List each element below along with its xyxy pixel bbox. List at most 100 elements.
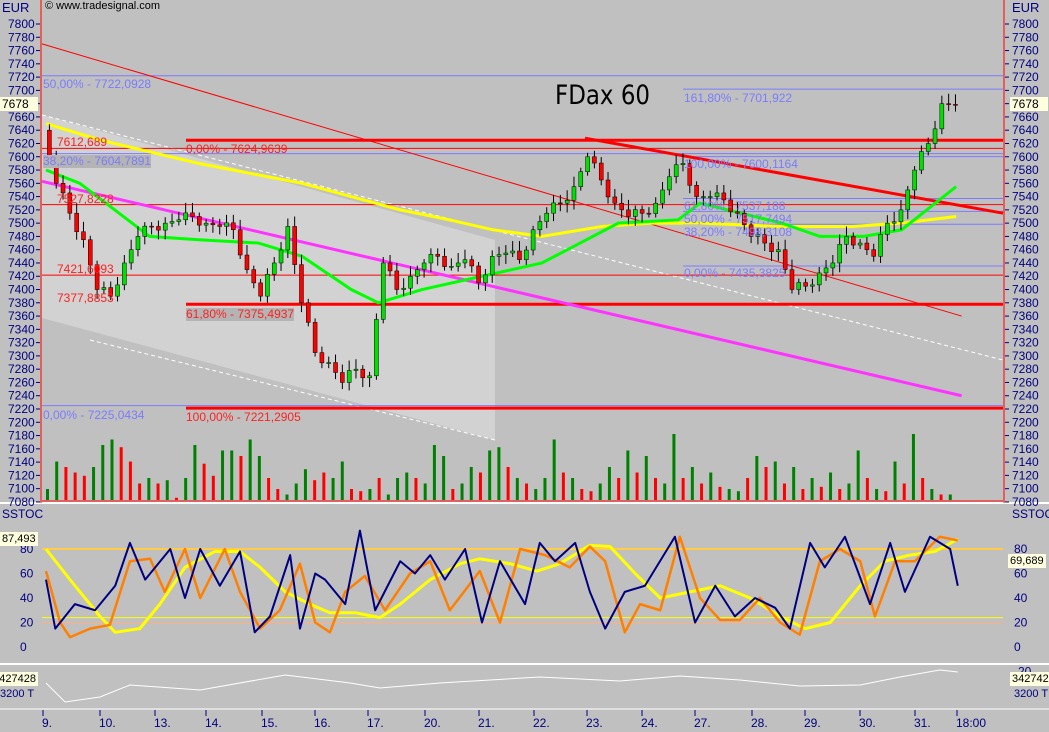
bottom-indicator-line <box>45 669 958 703</box>
axes: 7800 78007780 77807760 77607740 77407720 7720… <box>8 17 1039 730</box>
price-tick-label: 7280 <box>1012 362 1039 376</box>
x-tick-label: 28. <box>751 716 768 730</box>
x-tick-label: 10. <box>99 716 116 730</box>
chart-canvas[interactable]: 7800 78007780 77807760 77607740 77407720 7720… <box>0 0 1049 732</box>
x-tick-label: 31. <box>914 716 931 730</box>
volume-bar <box>350 489 353 500</box>
candle-body <box>176 219 182 222</box>
candle-body <box>953 104 958 106</box>
bottom-value-right: 3427428 <box>1010 672 1049 686</box>
volume-bar <box>571 478 575 500</box>
candle-body <box>122 262 127 286</box>
volume-bar <box>506 467 510 500</box>
candle-body <box>571 186 577 201</box>
candle-body <box>769 242 774 252</box>
volume-bar <box>322 472 326 500</box>
price-tick-label: 7480 <box>1012 229 1039 243</box>
volume-bar <box>580 489 584 500</box>
price-tick-label: 7720 <box>8 70 35 84</box>
candle-body <box>231 222 236 231</box>
price-tick-label: 7380 <box>8 296 35 310</box>
price-tick-label: 7240 <box>8 389 35 403</box>
candle-body <box>428 254 434 264</box>
stoch-tick-label: 0 <box>1014 640 1021 654</box>
candle-body <box>673 164 679 177</box>
price-tick-label: 7540 <box>8 190 35 204</box>
candle-body <box>701 196 706 198</box>
volume-bar <box>911 434 915 500</box>
price-tick-label: 7780 <box>8 30 35 44</box>
stoch-tick-label: 40 <box>20 591 34 605</box>
price-tick-label: 7540 <box>1012 190 1039 204</box>
volume-bar <box>810 478 814 500</box>
candle-body <box>667 176 672 191</box>
price-tick-label: 7800 <box>1012 17 1039 31</box>
candle-body <box>340 372 345 383</box>
candle-body <box>387 262 393 272</box>
volume-bar <box>303 469 307 500</box>
bottom-tick-left: 3200 T <box>0 688 35 700</box>
candle-body <box>483 274 488 284</box>
volume-bar <box>414 478 418 500</box>
volume-bar <box>865 478 869 500</box>
volume-bar <box>718 486 722 500</box>
candle-body <box>871 249 876 257</box>
price-tick-label: 7420 <box>1012 269 1039 283</box>
price-tick-label: 7800 <box>8 17 35 31</box>
volume-bar <box>829 472 833 500</box>
price-tick-label: 7600 <box>1012 150 1039 164</box>
volume-bar <box>626 450 630 500</box>
volume-bar <box>119 447 123 500</box>
stoch-tick-label: 60 <box>1014 567 1028 581</box>
volume-bar <box>469 467 473 500</box>
price-tick-label: 7360 <box>8 309 35 323</box>
volume-bar <box>764 467 768 500</box>
price-tick-label: 7580 <box>8 163 35 177</box>
volume-bar <box>644 456 648 500</box>
x-tick-label: 17. <box>367 716 384 730</box>
price-tick-label: 7700 <box>8 83 35 97</box>
candle-body <box>776 249 781 252</box>
x-tick-label: 13. <box>154 716 171 730</box>
level-label: 7421,6093 <box>57 262 114 276</box>
candle-body <box>544 212 549 222</box>
price-tick-label: 7720 <box>1012 70 1039 84</box>
volume-bar <box>681 478 685 500</box>
price-tick-label: 7460 <box>8 243 35 257</box>
price-tick-label: 7200 <box>1012 415 1039 429</box>
volume-bar <box>690 467 694 500</box>
volume-bar <box>230 450 234 500</box>
price-tick-label: 7180 <box>8 429 35 443</box>
price-tick-label: 7100 <box>1012 482 1039 496</box>
candle-body <box>517 250 522 260</box>
chart-window: 7800 7800 7780 7780 7760 7760 7740 7740 7720 7720… <box>0 0 1049 732</box>
candle-body <box>598 162 604 181</box>
candle-body <box>190 212 195 217</box>
candle-body <box>197 216 202 226</box>
price-tick-label: 7220 <box>8 402 35 416</box>
stoch-tick-label: 20 <box>1014 616 1028 630</box>
volume-bar <box>663 483 667 500</box>
price-tick-label: 7480 <box>8 229 35 243</box>
volume-bar <box>101 445 105 500</box>
candle-body <box>135 236 141 250</box>
price-tick-label: 7100 <box>8 482 35 496</box>
candle-body <box>333 362 338 373</box>
volume-bar <box>267 478 271 500</box>
volume-bar <box>921 478 925 500</box>
candle-body <box>714 192 720 197</box>
candle-body <box>285 226 291 251</box>
candle-body <box>149 225 154 228</box>
candle-body <box>394 270 400 290</box>
candle-body <box>489 256 495 276</box>
currency-label-right: EUR <box>1012 0 1040 15</box>
price-tick-label: 7160 <box>8 442 35 456</box>
fib-label: 161,80% - 7701,922 <box>684 91 793 105</box>
volume-bar <box>405 472 409 500</box>
volume-bar <box>635 472 639 500</box>
candle-body <box>476 265 481 284</box>
candle-body <box>374 319 379 377</box>
price-tick-label: 7420 <box>8 269 35 283</box>
candle-body <box>183 212 188 221</box>
candle-body <box>401 287 406 290</box>
